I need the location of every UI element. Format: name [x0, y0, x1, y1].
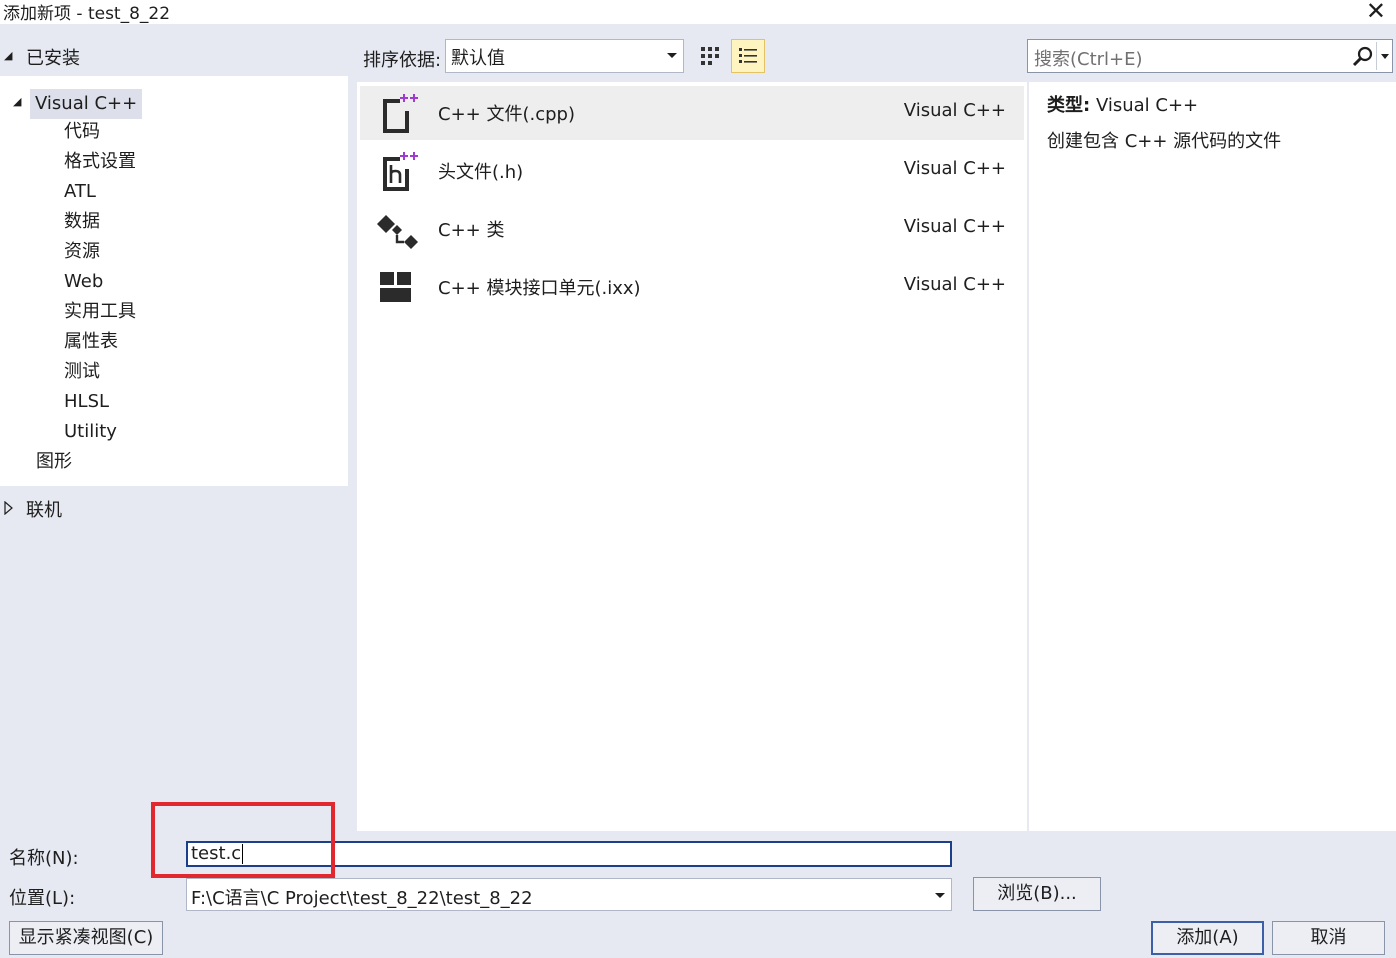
tree-item-visual-cpp[interactable]: Visual C++ — [30, 89, 143, 119]
item-type: Visual C++ — [903, 100, 1006, 121]
installed-header[interactable]: ◢ 已安装 — [0, 43, 350, 69]
chevron-down-icon — [935, 893, 945, 898]
tree-item-hlsl[interactable]: HLSL — [64, 388, 109, 416]
details-description: 创建包含 C++ 源代码的文件 — [1047, 131, 1282, 152]
add-button[interactable]: 添加(A) — [1151, 921, 1264, 955]
name-label: 名称(N): — [9, 848, 79, 869]
close-icon[interactable]: ✕ — [1366, 0, 1386, 25]
tree-item-atl[interactable]: ATL — [64, 178, 96, 206]
tree-item-resource[interactable]: 资源 — [64, 238, 100, 266]
list-view-icon — [739, 48, 757, 63]
tree-item-code[interactable]: 代码 — [64, 118, 100, 146]
tree-item-data[interactable]: 数据 — [64, 208, 100, 236]
list-item-cpp-file[interactable]: C++ 文件(.cpp) Visual C++ — [360, 86, 1024, 140]
compact-view-button[interactable]: 显示紧凑视图(C) — [9, 921, 163, 955]
list-item-module-interface[interactable]: C++ 模块接口单元(.ixx) Visual C++ — [360, 260, 1024, 314]
annotation-highlight-box — [151, 802, 335, 878]
list-item-cpp-class[interactable]: C++ 类 Visual C++ — [360, 202, 1024, 256]
details-type-label: 类型: — [1047, 95, 1091, 116]
category-tree: ◢ Visual C++ 代码 格式设置 ATL 数据 资源 Web 实用工具 … — [0, 76, 348, 486]
online-header[interactable]: 联机 — [0, 496, 350, 522]
tree-item-test[interactable]: 测试 — [64, 358, 100, 386]
tree-item-graphics[interactable]: 图形 — [36, 448, 72, 476]
installed-label: 已安装 — [26, 48, 80, 69]
caret-expanded-icon[interactable]: ◢ — [4, 49, 12, 62]
item-name: C++ 类 — [438, 220, 505, 241]
title-bar: 添加新项 - test_8_22 ✕ — [0, 0, 1396, 25]
tree-item-formatting[interactable]: 格式设置 — [64, 148, 136, 176]
search-icon[interactable] — [1352, 45, 1374, 67]
details-pane: 类型: Visual C++ 创建包含 C++ 源代码的文件 — [1029, 82, 1396, 831]
item-type: Visual C++ — [903, 216, 1006, 237]
list-item-header-file[interactable]: 头文件(.h) Visual C++ — [360, 144, 1024, 198]
grid-view-icon — [701, 47, 719, 65]
template-list: C++ 文件(.cpp) Visual C++ 头文件(.h) Visual C… — [357, 82, 1027, 831]
sort-dropdown[interactable]: 默认值 — [445, 39, 684, 73]
tree-item-property-sheet[interactable]: 属性表 — [64, 328, 118, 356]
tree-item-web[interactable]: Web — [64, 268, 103, 296]
cpp-file-icon — [383, 94, 418, 133]
search-divider — [1376, 42, 1377, 70]
sort-value: 默认值 — [451, 48, 505, 69]
sort-label: 排序依据: — [363, 50, 442, 71]
list-view-button[interactable] — [731, 39, 765, 73]
chevron-down-icon[interactable] — [1381, 54, 1389, 59]
details-type: 类型: Visual C++ — [1047, 91, 1198, 117]
item-name: 头文件(.h) — [438, 162, 524, 183]
cpp-class-icon — [377, 215, 418, 249]
browse-button[interactable]: 浏览(B)... — [973, 877, 1101, 911]
add-new-item-dialog: ◢ 已安装 ◢ Visual C++ 代码 格式设置 ATL 数据 资源 Web… — [0, 24, 1396, 958]
item-name: C++ 文件(.cpp) — [438, 104, 575, 125]
window-title: 添加新项 - test_8_22 — [3, 4, 171, 24]
header-file-icon — [383, 152, 418, 191]
details-type-value: Visual C++ — [1095, 95, 1199, 116]
location-dropdown[interactable]: F:\C语言\C Project\test_8_22\test_8_22 — [186, 878, 952, 911]
caret-collapsed-icon[interactable] — [4, 501, 14, 515]
item-type: Visual C++ — [903, 158, 1006, 179]
online-label: 联机 — [26, 500, 62, 521]
caret-expanded-icon[interactable]: ◢ — [13, 95, 21, 108]
chevron-down-icon — [667, 53, 677, 58]
location-label: 位置(L): — [9, 888, 76, 909]
cancel-button[interactable]: 取消 — [1272, 921, 1385, 955]
tree-item-utility[interactable]: Utility — [64, 418, 117, 446]
item-type: Visual C++ — [903, 274, 1006, 295]
tree-item-utilities[interactable]: 实用工具 — [64, 298, 136, 326]
search-box[interactable]: 搜索(Ctrl+E) — [1027, 39, 1393, 73]
search-placeholder: 搜索(Ctrl+E) — [1034, 49, 1143, 70]
grid-view-button[interactable] — [693, 39, 727, 73]
item-name: C++ 模块接口单元(.ixx) — [438, 278, 641, 299]
module-interface-icon — [380, 272, 411, 302]
location-value: F:\C语言\C Project\test_8_22\test_8_22 — [191, 888, 533, 909]
